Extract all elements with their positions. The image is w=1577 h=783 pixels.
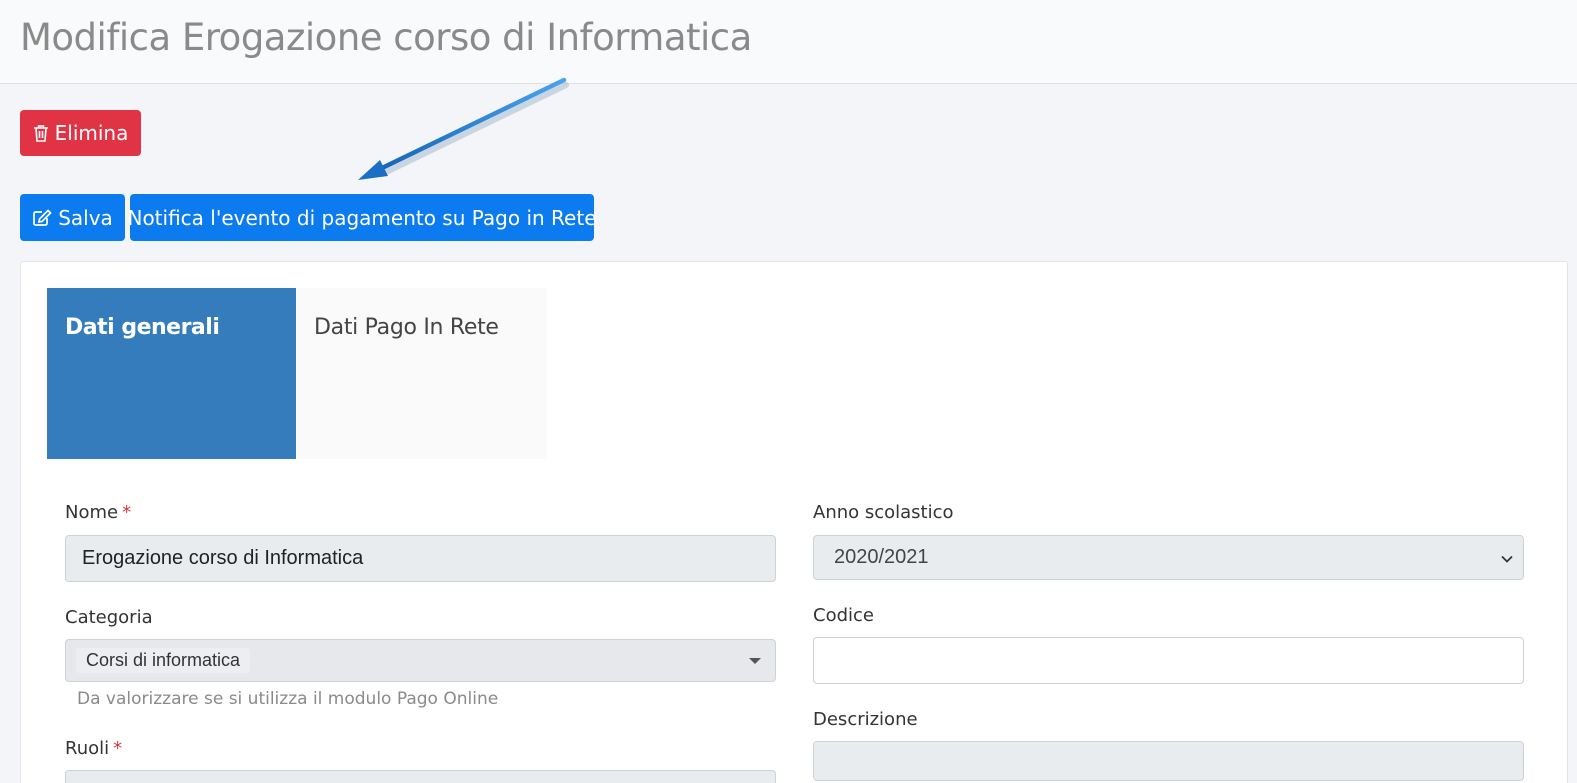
- save-button[interactable]: Salva: [20, 194, 125, 241]
- nome-label: Nome *: [65, 502, 132, 523]
- codice-label: Codice: [813, 605, 874, 626]
- nome-input[interactable]: Erogazione corso di Informatica: [65, 535, 776, 582]
- trash-icon: [33, 124, 49, 142]
- categoria-select[interactable]: Corsi di informatica: [65, 639, 776, 682]
- chevron-down-icon: [1501, 546, 1513, 569]
- categoria-help-text: Da valorizzare se si utilizza il modulo …: [77, 689, 499, 709]
- tab-dati-pago-in-rete[interactable]: Dati Pago In Rete: [296, 288, 547, 459]
- ruoli-select[interactable]: [65, 770, 776, 783]
- edit-icon: [32, 208, 52, 227]
- arrow-annotation: [358, 77, 569, 180]
- descrizione-textarea[interactable]: [813, 741, 1524, 781]
- tab-dati-generali[interactable]: Dati generali: [47, 288, 296, 459]
- required-marker: *: [113, 738, 123, 759]
- categoria-label: Categoria: [65, 607, 153, 628]
- form-card: Dati generali Dati Pago In Rete Nome * Er…: [20, 261, 1568, 783]
- ruoli-label: Ruoli *: [65, 738, 123, 759]
- save-button-label: Salva: [58, 205, 113, 230]
- required-marker: *: [122, 502, 132, 523]
- anno-scolastico-label: Anno scolastico: [813, 502, 954, 523]
- categoria-selected-value: Corsi di informatica: [76, 648, 251, 673]
- dropdown-caret-icon: [749, 657, 761, 664]
- delete-button-label: Elimina: [54, 121, 129, 145]
- page-title: Modifica Erogazione corso di Informatica: [20, 16, 752, 59]
- codice-input[interactable]: [813, 637, 1524, 684]
- page-header: Modifica Erogazione corso di Informatica: [0, 0, 1577, 84]
- descrizione-label: Descrizione: [813, 709, 918, 730]
- delete-button[interactable]: Elimina: [20, 110, 141, 156]
- notify-payment-button[interactable]: Notifica l'evento di pagamento su Pago i…: [127, 194, 597, 241]
- anno-scolastico-select[interactable]: 2020/2021: [813, 535, 1524, 580]
